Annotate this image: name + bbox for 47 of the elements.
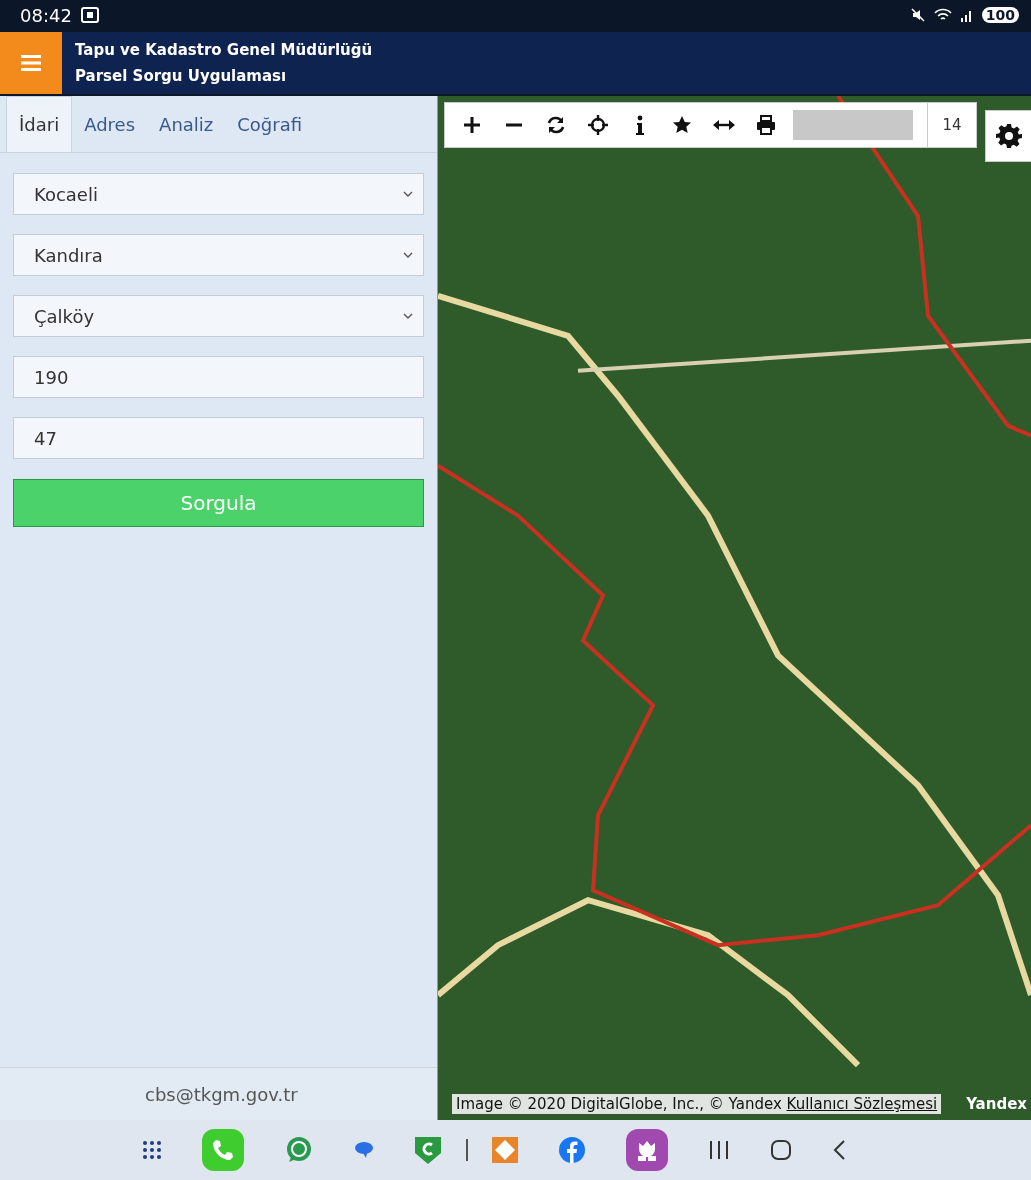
info-icon: [636, 115, 644, 135]
email-link[interactable]: cbs@tkgm.gov.tr: [145, 1083, 298, 1105]
star-icon: [672, 115, 692, 135]
chevron-down-icon: [403, 191, 413, 197]
message-app-icon[interactable]: [354, 1141, 374, 1159]
shield-app-icon[interactable]: [414, 1135, 442, 1165]
screenshot-icon: [79, 6, 100, 24]
tab[interactable]: Analiz: [147, 96, 226, 152]
plus-icon: [463, 116, 481, 134]
terms-link[interactable]: Kullanıcı Sözleşmesi: [786, 1095, 938, 1113]
app-grid-icon[interactable]: [142, 1140, 162, 1160]
app-subtitle: Parsel Sorgu Uygulaması: [75, 66, 288, 87]
refresh-icon: [546, 115, 566, 135]
app-title: Tapu ve Kadastro Genel Müdürlüğü: [75, 40, 373, 61]
menu-icon: [21, 55, 41, 71]
recent-apps-icon[interactable]: [708, 1140, 730, 1160]
input-field[interactable]: 47: [13, 417, 424, 459]
signal-icon: [959, 8, 974, 22]
tab[interactable]: Adres: [72, 96, 148, 152]
flower-app-icon[interactable]: [626, 1129, 668, 1171]
dropdown[interactable]: Kocaeli: [13, 173, 424, 215]
double-arrow-icon: [713, 119, 735, 131]
home-icon[interactable]: [770, 1139, 792, 1161]
input-field[interactable]: 190: [13, 356, 424, 398]
map-attribution: Image © 2020 DigitalGlobe, Inc., © Yandex Kullanıcı Sözleşmesi: [452, 1094, 942, 1114]
chevron-down-icon: [403, 252, 413, 258]
clock-time: 08:42: [20, 4, 72, 26]
social-app-icon[interactable]: [558, 1136, 586, 1164]
chevron-down-icon: [403, 313, 413, 319]
minus-icon: [505, 123, 523, 127]
printer-icon: [756, 115, 776, 135]
settings-button[interactable]: [985, 110, 1031, 162]
battery-level: 100: [981, 7, 1019, 23]
back-icon[interactable]: [832, 1139, 846, 1161]
tab[interactable]: Coğrafi: [225, 96, 315, 152]
settings-icon: [995, 123, 1022, 149]
wifi-icon: [933, 8, 952, 22]
map-provider: Yandex: [966, 1095, 1027, 1113]
dropdown[interactable]: Kandıra: [13, 234, 424, 276]
tab[interactable]: İdari: [6, 96, 73, 152]
zoom-level: 14: [927, 103, 976, 147]
satellite-map[interactable]: 14 Image © 2020 DigitalGlobe, Inc., © Yandex Kullanıcı Sözleşmesi Yandex: [438, 96, 1031, 1120]
dropdown[interactable]: Çalköy: [13, 295, 424, 337]
chat-app-icon[interactable]: [284, 1135, 314, 1165]
crosshair-icon: [588, 115, 608, 135]
diamond-app-icon[interactable]: [492, 1137, 518, 1163]
mute-icon: [909, 7, 926, 23]
